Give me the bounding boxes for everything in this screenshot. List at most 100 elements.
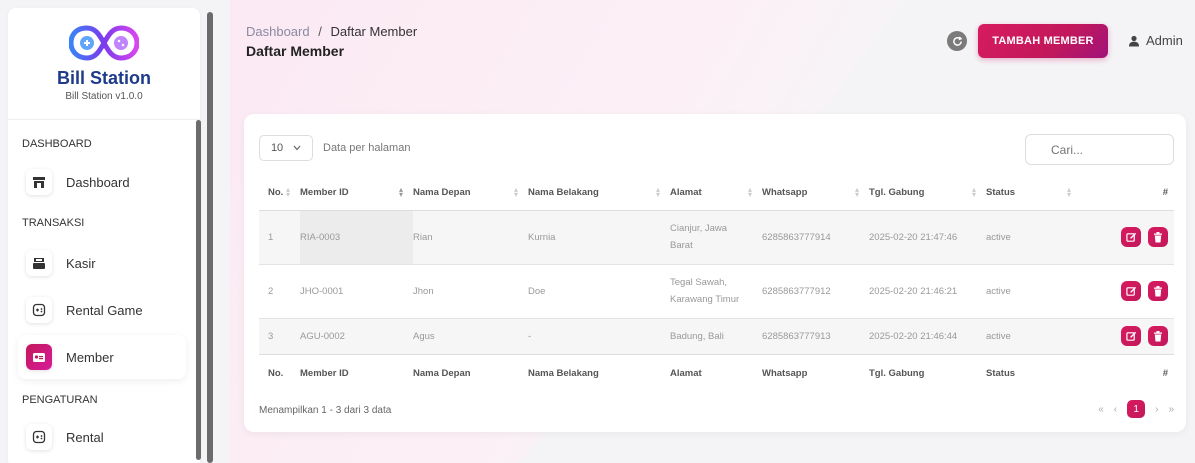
cell-actions [1081,318,1174,354]
col-header-actions: # [1162,187,1168,199]
pagination: « ‹ 1 › » [1088,400,1174,418]
sidebar-heading-pengaturan: PENGATURAN [22,394,98,406]
refresh-button[interactable] [947,31,967,51]
col-footer-tgl-gabung: Tgl. Gabung [869,353,986,392]
cell-nama-depan: Agus [413,330,435,342]
breadcrumb-current: Daftar Member [330,24,418,39]
delete-button[interactable] [1148,227,1168,247]
table-row: 3 AGU-0002 Agus - Badung, Bali 628586377… [259,318,1174,354]
cell-member-id: JHO-0001 [300,285,344,297]
table-header-row: No. ▴ ▾ Member ID ▴ ▾ Nama Depan ▴ ▾ Nama Bela… [259,176,1174,210]
brand-title: Bill Station [57,68,151,88]
user-name: Admin [1146,33,1183,48]
sidebar-item-dashboard[interactable]: Dashboard [18,160,186,204]
breadcrumb-root-link[interactable]: Dashboard [246,24,310,39]
edit-button[interactable] [1121,281,1141,301]
per-page-label: Data per halaman [323,142,411,154]
table-row: 2 JHO-0001 Jhon Doe Tegal Sawah, Karawan… [259,264,1174,318]
sidebar-item-label: Rental [66,429,104,445]
member-table: No. ▴ ▾ Member ID ▴ ▾ Nama Depan ▴ ▾ Nama Bela… [259,176,1174,392]
cell-tgl-gabung: 2025-02-20 21:47:46 [869,231,958,243]
search-input[interactable] [1025,134,1174,165]
cell-alamat: Tegal Sawah, Karawang Timur [670,277,740,305]
col-footer-member-id: Member ID [300,353,413,392]
sidebar: Bill Station Bill Station v1.0.0 DASHBOA… [8,8,200,463]
page-scrollbar[interactable] [207,12,213,463]
sidebar-item-label: Dashboard [66,174,130,190]
breadcrumb: Dashboard / Daftar Member [246,24,417,39]
cell-nama-depan: Jhon [413,285,434,297]
col-header-nama-belakang[interactable]: Nama Belakang ▴ ▾ [528,176,670,210]
sidebar-scrollbar[interactable] [196,120,201,460]
col-header-whatsapp[interactable]: Whatsapp ▴ ▾ [762,176,869,210]
pagination-prev[interactable]: ‹ [1114,404,1117,415]
col-header-tgl-gabung[interactable]: Tgl. Gabung ▴ ▾ [869,176,986,210]
col-footer-whatsapp: Whatsapp [762,353,869,392]
pagination-next[interactable]: › [1155,404,1158,415]
sidebar-item-label: Kasir [66,255,96,271]
store-icon [26,169,52,195]
cell-alamat: Badung, Bali [670,330,724,342]
per-page-value: 10 [270,142,284,154]
cell-status: active [986,285,1011,297]
cell-actions [1081,264,1174,318]
pagination-first[interactable]: « [1098,404,1104,415]
table-footer-row: No. Member ID Nama Depan Nama Belakang A… [259,353,1174,392]
col-footer-no: No. [259,353,300,392]
brand-block: Bill Station Bill Station v1.0.0 [8,8,200,120]
sidebar-item-rental[interactable]: Rental [18,415,186,459]
brand-subtitle: Bill Station v1.0.0 [65,91,143,102]
edit-button[interactable] [1121,326,1141,346]
cell-no: 3 [268,330,274,342]
col-header-no[interactable]: No. ▴ ▾ [259,176,300,210]
pagination-page-current[interactable]: 1 [1127,400,1146,418]
cell-nama-belakang: Kurnia [528,231,556,243]
user-menu[interactable]: Admin [1128,33,1183,48]
edit-icon [1125,232,1136,242]
cell-no: 2 [268,285,274,297]
trash-icon [1154,285,1162,296]
col-header-alamat[interactable]: Alamat ▴ ▾ [670,176,762,210]
cell-whatsapp: 6285863777913 [762,330,831,342]
edit-icon [1125,331,1136,341]
col-footer-status: Status [986,353,1081,392]
sidebar-heading-dashboard: DASHBOARD [22,138,92,150]
cell-member-id: AGU-0002 [300,330,345,342]
col-header-status[interactable]: Status ▴ ▾ [986,176,1081,210]
cell-tgl-gabung: 2025-02-20 21:46:44 [869,330,958,342]
delete-button[interactable] [1148,281,1168,301]
cell-nama-belakang: - [528,330,532,342]
cell-no: 1 [268,231,274,243]
col-footer-actions: # [1081,353,1174,392]
user-icon [1129,35,1139,46]
cell-member-id: RIA-0003 [300,210,413,264]
edit-icon [1125,286,1136,296]
sidebar-item-rental-game[interactable]: Rental Game [18,288,186,332]
table-row: 1 RIA-0003 Rian Kurnia Cianjur, Jawa Bar… [259,210,1174,264]
gamepad-icon [26,424,52,450]
col-header-nama-depan[interactable]: Nama Depan ▴ ▾ [413,176,528,210]
delete-button[interactable] [1148,326,1168,346]
add-member-button[interactable]: TAMBAH MEMBER [978,24,1108,58]
cell-nama-depan: Rian [413,231,433,243]
sidebar-item-member[interactable]: Member [18,335,186,379]
cashier-icon [26,250,52,276]
sidebar-heading-transaksi: TRANSAKSI [22,217,85,229]
sidebar-item-kasir[interactable]: Kasir [18,241,186,285]
edit-button[interactable] [1121,227,1141,247]
trash-icon [1154,231,1162,242]
col-header-member-id[interactable]: Member ID ▴ ▾ [300,176,413,210]
cell-status: active [986,231,1011,243]
breadcrumb-separator: / [318,24,322,39]
per-page-select[interactable]: 10 [259,135,313,161]
col-footer-alamat: Alamat [670,353,762,392]
infinity-gamepad-logo-icon [69,25,139,61]
sidebar-item-label: Member [66,349,114,365]
cell-status: active [986,330,1011,342]
col-footer-nama-depan: Nama Depan [413,353,528,392]
pagination-last[interactable]: » [1168,404,1174,415]
trash-icon [1154,330,1162,341]
sidebar-item-label: Rental Game [66,302,143,318]
cell-whatsapp: 6285863777914 [762,231,831,243]
col-footer-nama-belakang: Nama Belakang [528,353,670,392]
